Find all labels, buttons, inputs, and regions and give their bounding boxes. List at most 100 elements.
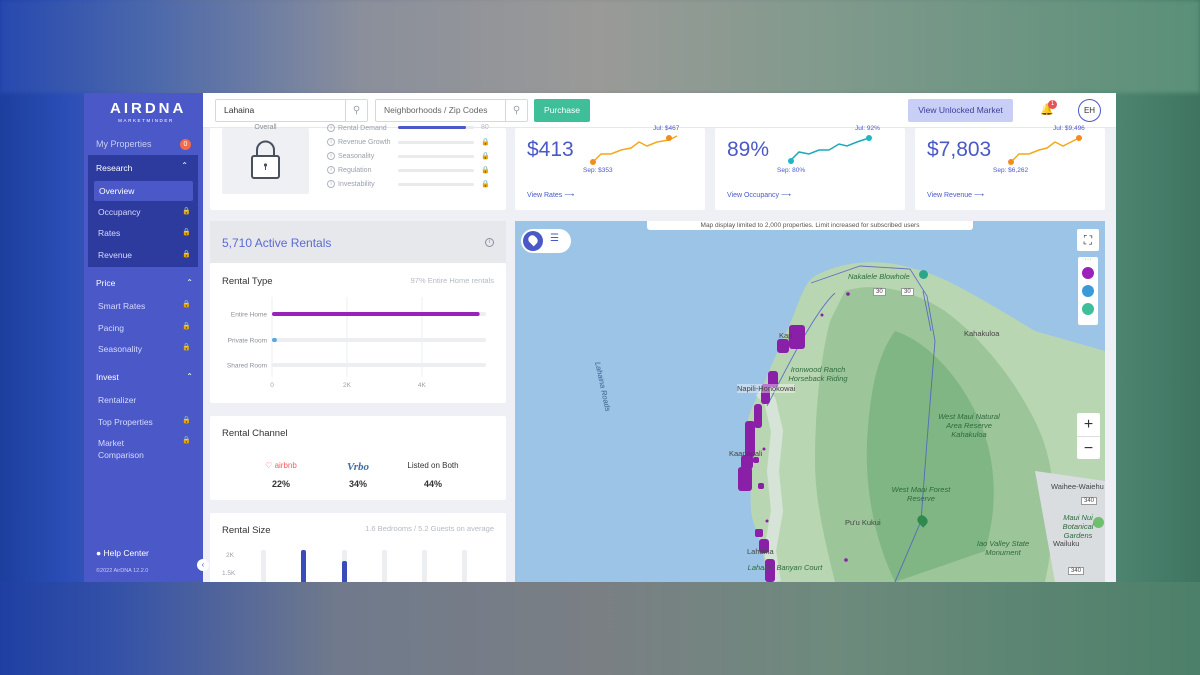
- home-layer-icon[interactable]: [1082, 267, 1094, 279]
- hotel-layer-icon[interactable]: [1082, 285, 1094, 297]
- view-unlocked-market-button[interactable]: View Unlocked Market: [908, 99, 1013, 122]
- lock-icon: 🔒: [182, 323, 191, 330]
- airbnb-logo: ♡ airbnb: [248, 461, 314, 475]
- info-icon[interactable]: i: [327, 124, 335, 132]
- map-label-lahaina: Lahaina: [747, 547, 774, 556]
- view-occupancy-link[interactable]: View Occupancy ⟶: [727, 191, 791, 199]
- sidebar-section-invest[interactable]: Invest ⌃: [84, 372, 203, 382]
- size-tick: 2K: [226, 552, 234, 559]
- sidebar-item-top-properties[interactable]: Top Properties: [98, 417, 153, 427]
- rental-type-chart: 0 2K 4K Entire Home Private Room Shared Room: [227, 297, 486, 388]
- sidebar-item-rentalizer[interactable]: Rentalizer: [98, 395, 136, 405]
- sidebar-item-overview[interactable]: Overview: [94, 181, 193, 201]
- collapse-sidebar-button[interactable]: ‹: [197, 559, 209, 571]
- view-revenue-link[interactable]: View Revenue ⟶: [927, 191, 984, 199]
- neighborhood-placeholder: Neighborhoods / Zip Codes: [384, 105, 488, 115]
- chevron-up-icon[interactable]: ⌃: [186, 278, 193, 287]
- sidebar-item-smart-rates[interactable]: Smart Rates: [98, 301, 145, 311]
- sidebar-item-rates[interactable]: Rates: [98, 228, 120, 238]
- bar[interactable]: [272, 338, 277, 342]
- garden-icon: [1093, 517, 1104, 528]
- purchase-button[interactable]: Purchase: [534, 99, 590, 122]
- section-label-invest: Invest: [96, 372, 119, 382]
- sidebar-item-pacing[interactable]: Pacing: [98, 323, 124, 333]
- sidebar: AIRDNA MARKETMINDER My Properties 0 Rese…: [84, 93, 203, 582]
- vrbo-logo: Vrbo: [346, 461, 369, 473]
- channel-pct: 22%: [271, 479, 290, 489]
- map-label-west-maui-forest: West Maui Forest Reserve: [891, 485, 951, 503]
- section-label-price: Price: [96, 278, 116, 288]
- info-icon[interactable]: i: [327, 180, 335, 188]
- channel-pct: 44%: [423, 479, 442, 489]
- lock-icon: 🔒: [481, 139, 490, 146]
- info-icon[interactable]: i: [327, 152, 335, 160]
- size-bar: [342, 561, 347, 582]
- neighborhood-search-input[interactable]: Neighborhoods / Zip Codes ⚲: [375, 99, 528, 122]
- info-icon[interactable]: i: [327, 166, 335, 174]
- factor-revenue-growth: i Revenue Growth: [327, 138, 391, 146]
- more-icon[interactable]: ···: [1078, 256, 1098, 263]
- kpi-low-label: Sep: $353: [583, 167, 613, 174]
- active-rentals-title: 5,710 Active Rentals: [222, 236, 332, 250]
- map-label-kapalua: Kap: [779, 331, 793, 340]
- sidebar-item-my-properties[interactable]: My Properties: [96, 139, 152, 149]
- map-pin-icon[interactable]: [523, 231, 543, 251]
- lock-icon: 🔒: [182, 417, 191, 424]
- lock-icon: 🔒: [182, 251, 191, 258]
- sidebar-item-market-comparison[interactable]: Market Comparison: [98, 437, 158, 461]
- kpi-value: $413: [527, 138, 574, 161]
- sidebar-item-seasonality[interactable]: Seasonality: [98, 344, 142, 354]
- poi-layer-icon[interactable]: [1082, 303, 1094, 315]
- logo-subtext: MARKETMINDER: [118, 118, 174, 123]
- search-icon[interactable]: ⚲: [505, 100, 527, 121]
- help-center-link[interactable]: ● Help Center: [96, 548, 149, 558]
- market-map[interactable]: Map display limited to 2,000 properties.…: [515, 221, 1105, 582]
- logo[interactable]: AIRDNA MARKETMINDER: [110, 100, 187, 124]
- logo-text: AIRDNA: [110, 100, 187, 117]
- info-icon[interactable]: i: [327, 138, 335, 146]
- zoom-out-button[interactable]: −: [1077, 436, 1100, 460]
- avatar[interactable]: EH: [1078, 99, 1101, 122]
- sidebar-item-label: Rates: [98, 228, 121, 238]
- kpi-high-label: Jul: 92%: [855, 125, 880, 132]
- rental-size-subtitle: 1.6 Bedrooms / 5.2 Guests on average: [365, 524, 494, 533]
- sidebar-item-revenue[interactable]: Revenue: [98, 250, 132, 260]
- route-shield: 340: [1081, 497, 1098, 505]
- market-search-value: Lahaina: [224, 105, 255, 115]
- view-rates-link[interactable]: View Rates ⟶: [527, 191, 574, 199]
- factor-bar: [398, 183, 474, 186]
- size-bar-track: [422, 550, 427, 582]
- factor-rental-demand: i Rental Demand: [327, 124, 387, 132]
- kpi-card-rates: $413 Sep: $353 Jul: $467 View Rates ⟶: [515, 125, 705, 210]
- map-limit-note: Map display limited to 2,000 properties.…: [647, 221, 973, 230]
- zoom-in-button[interactable]: +: [1077, 413, 1100, 436]
- factor-regulation: i Regulation: [327, 166, 371, 174]
- lock-icon: 🔒: [481, 153, 490, 160]
- lock-icon: 🔒: [182, 437, 191, 444]
- notification-badge: 1: [1048, 100, 1057, 109]
- map-label-kahakuloa: Kahakuloa: [964, 329, 1000, 338]
- chevron-up-icon[interactable]: ⌃: [186, 372, 193, 381]
- bar[interactable]: [272, 312, 480, 316]
- factor-bar: [398, 169, 474, 172]
- sidebar-item-label: Smart Rates: [98, 301, 146, 311]
- size-bar-track: [462, 550, 467, 582]
- info-icon[interactable]: i: [485, 238, 494, 247]
- chevron-up-icon[interactable]: ⌃: [181, 161, 188, 170]
- route-shield: 340: [1068, 567, 1085, 575]
- map-view-toggle[interactable]: ☰: [521, 229, 571, 253]
- sidebar-section-price[interactable]: Price ⌃: [84, 278, 203, 288]
- search-icon[interactable]: ⚲: [345, 100, 367, 121]
- zoom-control: + −: [1077, 413, 1100, 459]
- fullscreen-icon[interactable]: ⛶: [1077, 229, 1099, 251]
- lock-icon: 🔒: [182, 344, 191, 351]
- category-label: Private Room: [228, 338, 267, 345]
- sidebar-item-label: Market Comparison: [98, 438, 144, 460]
- market-search-input[interactable]: Lahaina ⚲: [215, 99, 368, 122]
- sidebar-item-occupancy[interactable]: Occupancy: [98, 207, 141, 217]
- category-label: Shared Room: [227, 363, 267, 370]
- kpi-low-label: Sep: $6,262: [993, 167, 1029, 174]
- kpi-high-label: Jul: $467: [653, 125, 680, 132]
- list-icon[interactable]: ☰: [550, 233, 559, 244]
- factor-seasonality: i Seasonality: [327, 152, 374, 160]
